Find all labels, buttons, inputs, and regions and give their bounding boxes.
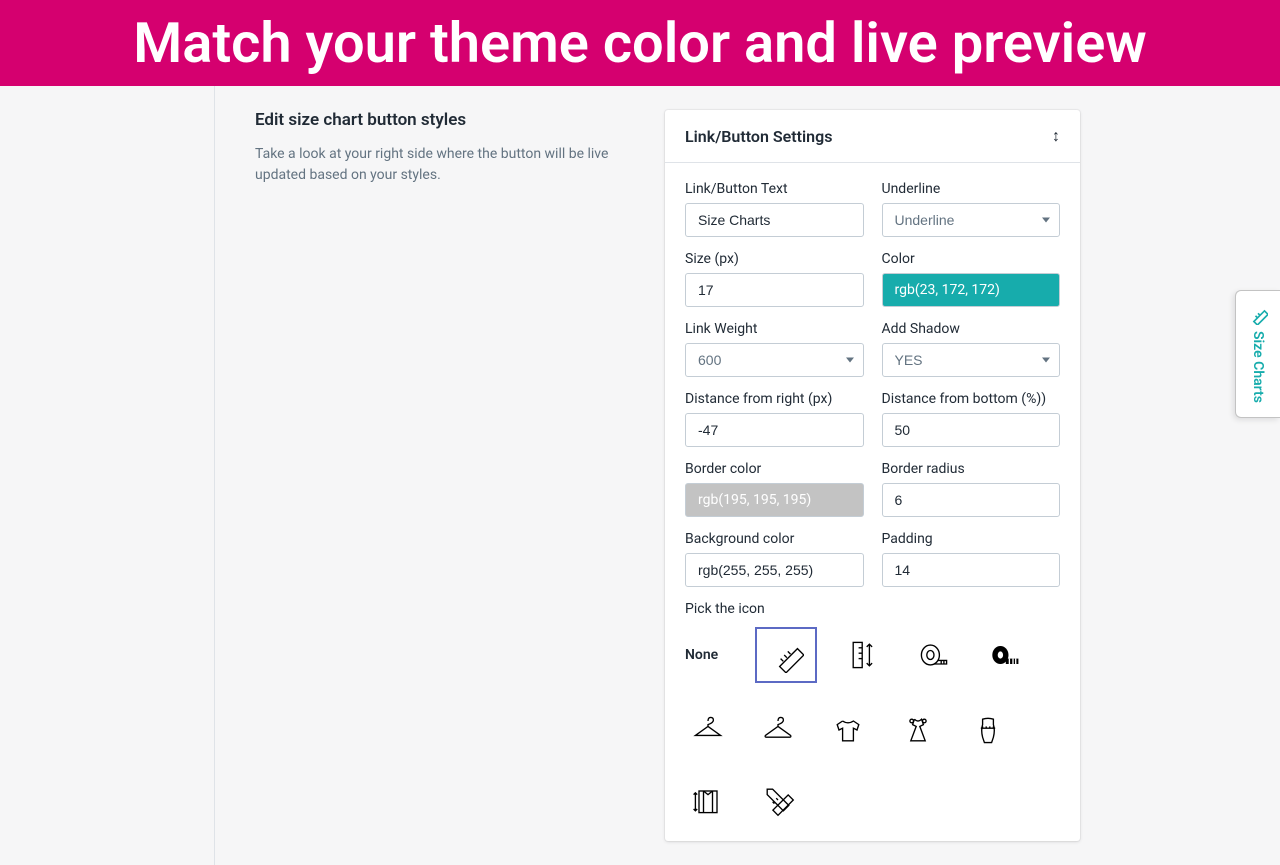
- main-content: Edit size chart button styles Take a loo…: [215, 86, 1280, 865]
- banner-text: Match your theme color and live preview: [133, 10, 1146, 76]
- ruler-pencil-icon: [760, 782, 796, 818]
- bg-color-label: Background color: [685, 531, 864, 547]
- layout: Edit size chart button styles Take a loo…: [0, 86, 1280, 865]
- padding-input[interactable]: [882, 553, 1061, 587]
- border-radius-label: Border radius: [882, 461, 1061, 477]
- ruler-icon: [768, 637, 804, 673]
- hanger-icon: [690, 712, 726, 748]
- body-measure-icon: [970, 712, 1006, 748]
- floating-preview-tab[interactable]: Size Charts: [1235, 290, 1280, 418]
- pick-icon-label: Pick the icon: [685, 601, 1060, 617]
- tape-roll-icon: [986, 637, 1022, 673]
- underline-select[interactable]: Underline: [882, 203, 1061, 237]
- dist-bottom-label: Distance from bottom (%)): [882, 391, 1061, 407]
- settings-panel: Link/Button Settings ↕ Link/Button Text …: [665, 110, 1080, 841]
- weight-select[interactable]: 600: [685, 343, 864, 377]
- icon-option-tape2[interactable]: [981, 632, 1027, 678]
- sidebar: [0, 86, 215, 865]
- icon-option-body[interactable]: [965, 707, 1011, 753]
- icon-grid: None: [685, 627, 1060, 823]
- tape-measure-icon: [916, 637, 952, 673]
- left-column: Edit size chart button styles Take a loo…: [255, 110, 665, 841]
- dist-right-label: Distance from right (px): [685, 391, 864, 407]
- size-input[interactable]: [685, 273, 864, 307]
- shirt-fold-icon: [690, 782, 726, 818]
- shadow-select[interactable]: YES: [882, 343, 1061, 377]
- icon-option-ruler[interactable]: [755, 627, 817, 683]
- floating-tab-text: Size Charts: [1250, 331, 1266, 403]
- underline-label: Underline: [882, 181, 1061, 197]
- color-label: Color: [882, 251, 1061, 267]
- icon-option-none[interactable]: None: [685, 647, 731, 663]
- icon-option-dress[interactable]: [895, 707, 941, 753]
- icon-option-shirt[interactable]: [685, 777, 731, 823]
- icon-option-hanger2[interactable]: [755, 707, 801, 753]
- dist-right-input[interactable]: [685, 413, 864, 447]
- banner: Match your theme color and live preview: [0, 0, 1280, 86]
- icon-option-height[interactable]: [841, 632, 887, 678]
- size-label: Size (px): [685, 251, 864, 267]
- page-title: Edit size chart button styles: [255, 110, 625, 130]
- weight-label: Link Weight: [685, 321, 864, 337]
- icon-option-tape[interactable]: [911, 632, 957, 678]
- link-text-label: Link/Button Text: [685, 181, 864, 197]
- border-radius-input[interactable]: [882, 483, 1061, 517]
- border-color-label: Border color: [685, 461, 864, 477]
- icon-option-tools[interactable]: [755, 777, 801, 823]
- panel-header: Link/Button Settings ↕: [665, 110, 1080, 163]
- link-text-input[interactable]: [685, 203, 864, 237]
- page-description: Take a look at your right side where the…: [255, 144, 625, 186]
- color-input[interactable]: rgb(23, 172, 172): [882, 273, 1061, 307]
- panel-title: Link/Button Settings: [685, 127, 832, 146]
- shadow-label: Add Shadow: [882, 321, 1061, 337]
- panel-body: Link/Button Text Underline Underline: [665, 163, 1080, 841]
- dress-icon: [900, 712, 936, 748]
- tshirt-icon: [830, 712, 866, 748]
- icon-option-hanger[interactable]: [685, 707, 731, 753]
- hanger-outline-icon: [760, 712, 796, 748]
- ruler-icon: [1248, 305, 1268, 325]
- sort-icon[interactable]: ↕: [1052, 126, 1060, 146]
- icon-option-tshirt[interactable]: [825, 707, 871, 753]
- height-ruler-icon: [846, 637, 882, 673]
- bg-color-input[interactable]: [685, 553, 864, 587]
- dist-bottom-input[interactable]: [882, 413, 1061, 447]
- border-color-input[interactable]: rgb(195, 195, 195): [685, 483, 864, 517]
- padding-label: Padding: [882, 531, 1061, 547]
